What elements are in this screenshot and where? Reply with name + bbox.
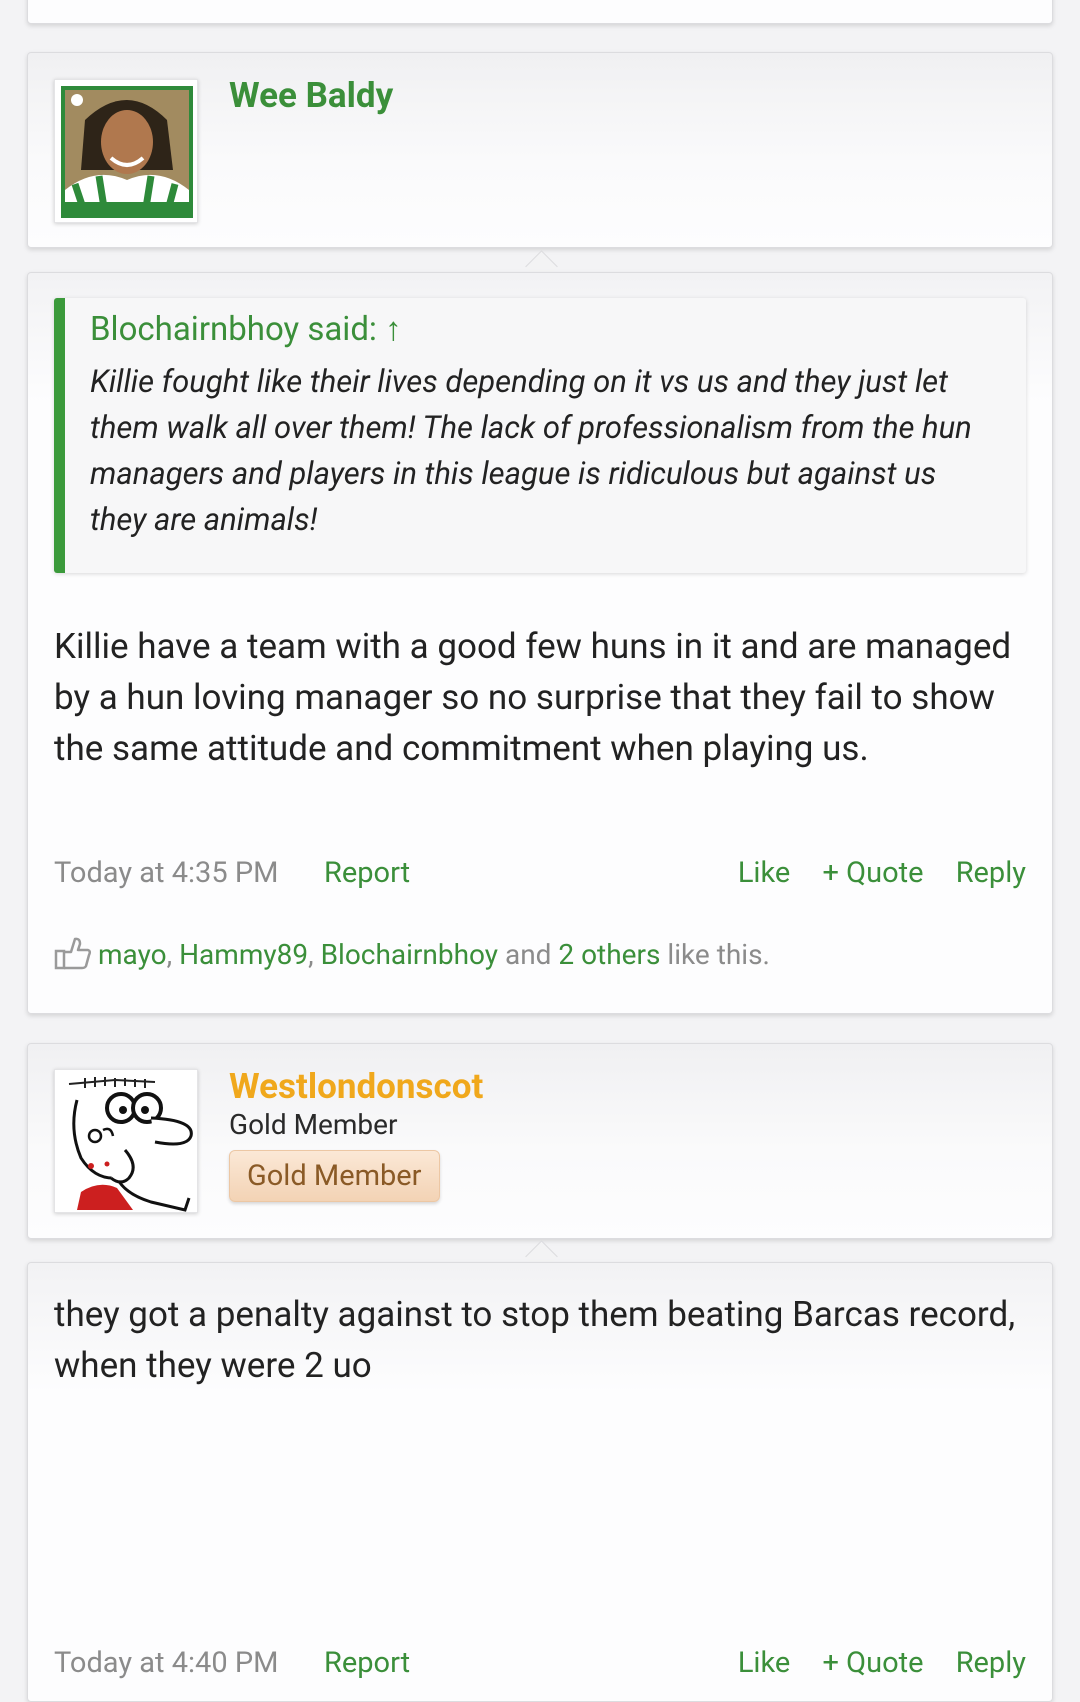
like-link[interactable]: Like	[738, 856, 790, 890]
like-link[interactable]: Like	[738, 1646, 790, 1680]
thumbs-up-icon	[54, 935, 92, 978]
quote-link[interactable]: + Quote	[822, 856, 923, 890]
reply-link[interactable]: Reply	[956, 1646, 1026, 1680]
report-link[interactable]: Report	[324, 856, 410, 890]
post-message-card: they got a penalty against to stop them …	[27, 1262, 1053, 1702]
previous-post-card	[27, 0, 1053, 24]
post-date[interactable]: Today at 4:40 PM	[54, 1646, 278, 1680]
likes-suffix: like this.	[660, 937, 770, 971]
likes-separator: ,	[308, 937, 321, 971]
liker-mayo[interactable]: mayo	[98, 938, 167, 971]
avatar-image	[61, 86, 193, 218]
username[interactable]: Westlondonscot	[229, 1066, 483, 1107]
liker-blochairnbhoy[interactable]: Blochairnbhoy	[321, 938, 498, 971]
message-meta: Today at 4:40 PM Report Like + Quote Rep…	[54, 1646, 1026, 1686]
quote-block: Blochairnbhoy said: ↑ Killie fought like…	[54, 298, 1026, 573]
liker-hammy89[interactable]: Hammy89	[179, 938, 308, 971]
reply-link[interactable]: Reply	[956, 856, 1026, 890]
post-actions: Like + Quote Reply	[713, 1646, 1026, 1680]
post-user-header: Westlondonscot Gold Member Gold Member	[27, 1043, 1053, 1239]
quote-link[interactable]: + Quote	[822, 1646, 923, 1680]
quote-text: Killie fought like their lives depending…	[90, 363, 972, 538]
user-title: Gold Member	[229, 1108, 398, 1141]
message-meta: Today at 4:35 PM Report Like + Quote Rep…	[54, 856, 1026, 896]
likes-separator: ,	[166, 937, 180, 971]
likes-and: and	[498, 937, 559, 971]
message-text: Killie have a team with a good few huns …	[54, 626, 1012, 769]
post-user-header: Wee Baldy	[27, 52, 1053, 248]
post-actions: Like + Quote Reply	[713, 856, 1026, 890]
post-message-card: Blochairnbhoy said: ↑ Killie fought like…	[27, 272, 1053, 1014]
report-link[interactable]: Report	[324, 1646, 410, 1680]
message-text: they got a penalty against to stop them …	[54, 1294, 1016, 1386]
quote-attribution[interactable]: Blochairnbhoy said: ↑	[90, 310, 1000, 349]
user-avatar[interactable]	[54, 79, 198, 223]
likes-others-link[interactable]: 2 others	[558, 938, 660, 971]
username[interactable]: Wee Baldy	[229, 75, 393, 116]
post-date[interactable]: Today at 4:35 PM	[54, 856, 278, 890]
user-banner: Gold Member	[229, 1150, 440, 1202]
likes-summary: mayo, Hammy89, Blochairnbhoy and 2 other…	[54, 935, 770, 978]
user-avatar[interactable]	[54, 1069, 198, 1213]
avatar-image	[55, 1070, 197, 1212]
